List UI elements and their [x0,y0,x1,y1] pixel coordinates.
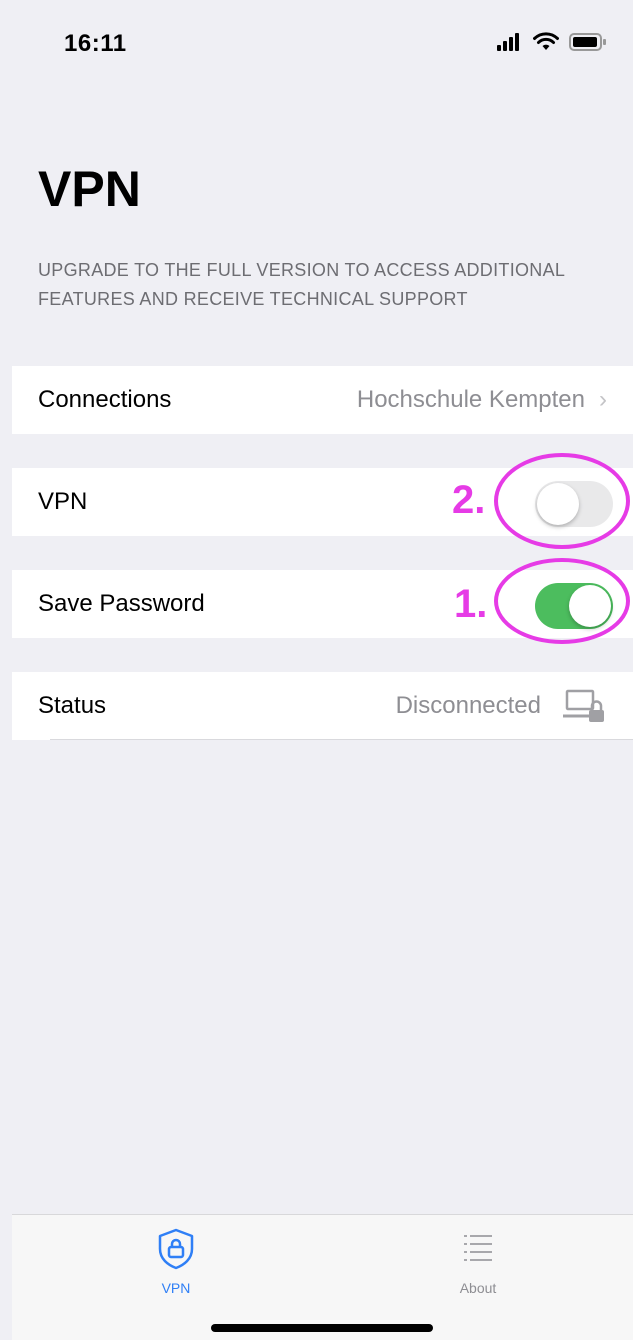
annotation-2: 2. [452,478,486,522]
annotation-ring-2 [494,453,630,549]
cellular-signal-icon [497,33,519,51]
tab-about[interactable]: About [408,1227,548,1296]
tab-about-label: About [459,1280,497,1296]
wifi-icon [533,32,559,50]
shield-lock-icon [158,1228,194,1270]
connections-label: Connections [38,386,172,413]
tab-bar: VPN About [12,1214,633,1340]
chevron-right-icon: › [599,386,607,413]
page-title: VPN [38,161,141,217]
home-indicator[interactable] [211,1324,433,1332]
annotation-1: 1. [454,582,488,626]
upgrade-banner[interactable]: UPGRADE TO THE FULL VERSION TO ACCESS AD… [38,256,578,314]
status-row: Status Disconnected [12,672,633,740]
status-label: Status [38,692,107,719]
list-icon [464,1235,492,1261]
status-time: 16:11 [64,30,127,57]
tab-vpn[interactable]: VPN [106,1227,246,1296]
annotation-ring-1 [494,558,630,644]
tab-vpn-label: VPN [161,1280,191,1296]
row-divider [50,739,633,740]
battery-icon [569,33,606,51]
status-value: Disconnected [395,692,541,719]
connections-value: Hochschule Kempten [356,386,585,413]
connections-row[interactable]: Connections Hochschule Kempten › [12,366,633,434]
computer-lock-icon [563,689,604,722]
system-icons [497,32,607,52]
status-bar: 16:11 [0,0,633,90]
